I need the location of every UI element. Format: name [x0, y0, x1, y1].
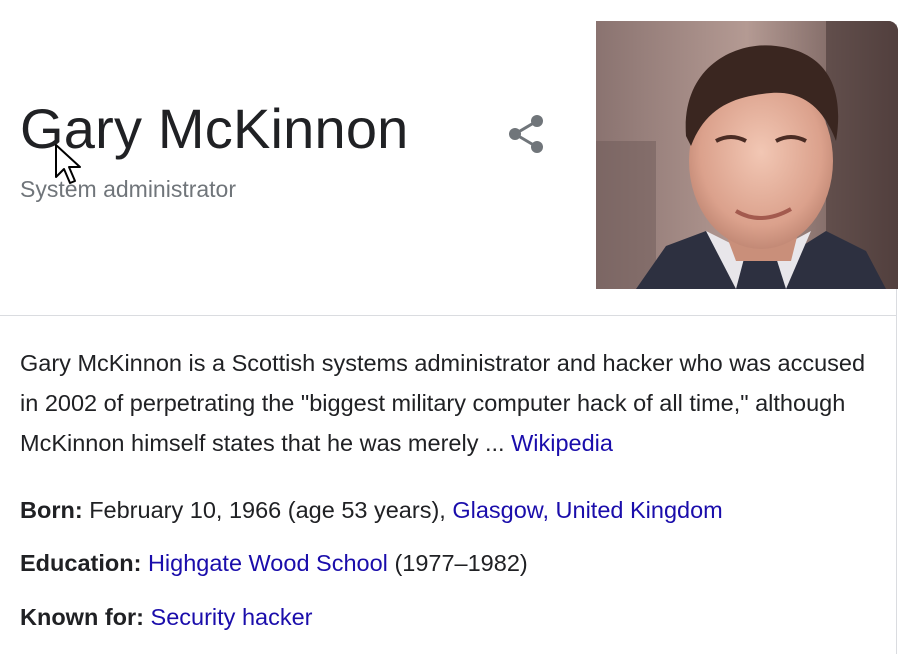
- entity-description: Gary McKinnon is a Scottish systems admi…: [20, 343, 870, 463]
- wikipedia-link[interactable]: Wikipedia: [511, 430, 613, 456]
- fact-known-for-label: Known for:: [20, 604, 144, 630]
- entity-subtitle: System administrator: [20, 176, 237, 202]
- share-button[interactable]: [504, 112, 548, 156]
- fact-born: Born: February 10, 1966 (age 53 years), …: [20, 495, 723, 525]
- fact-born-label: Born:: [20, 497, 83, 523]
- glasgow-link[interactable]: Glasgow,: [452, 497, 549, 523]
- highgate-wood-school-link[interactable]: Highgate Wood School: [148, 550, 388, 576]
- section-divider: [0, 315, 897, 316]
- security-hacker-link[interactable]: Security hacker: [151, 604, 313, 630]
- fact-born-value: February 10, 1966 (age 53 years),: [89, 497, 446, 523]
- united-kingdom-link[interactable]: United Kingdom: [556, 497, 723, 523]
- fact-education-years: (1977–1982): [394, 550, 528, 576]
- entity-photo[interactable]: [596, 21, 898, 289]
- fact-education: Education: Highgate Wood School (1977–19…: [20, 548, 528, 578]
- fact-known-for: Known for: Security hacker: [20, 602, 312, 632]
- knowledge-panel: Gary McKinnon System administrator Gary …: [0, 0, 900, 654]
- description-text: Gary McKinnon is a Scottish systems admi…: [20, 350, 866, 456]
- portrait-image: [596, 21, 898, 289]
- entity-title: Gary McKinnon: [20, 97, 409, 160]
- fact-education-label: Education:: [20, 550, 142, 576]
- share-icon: [509, 115, 543, 153]
